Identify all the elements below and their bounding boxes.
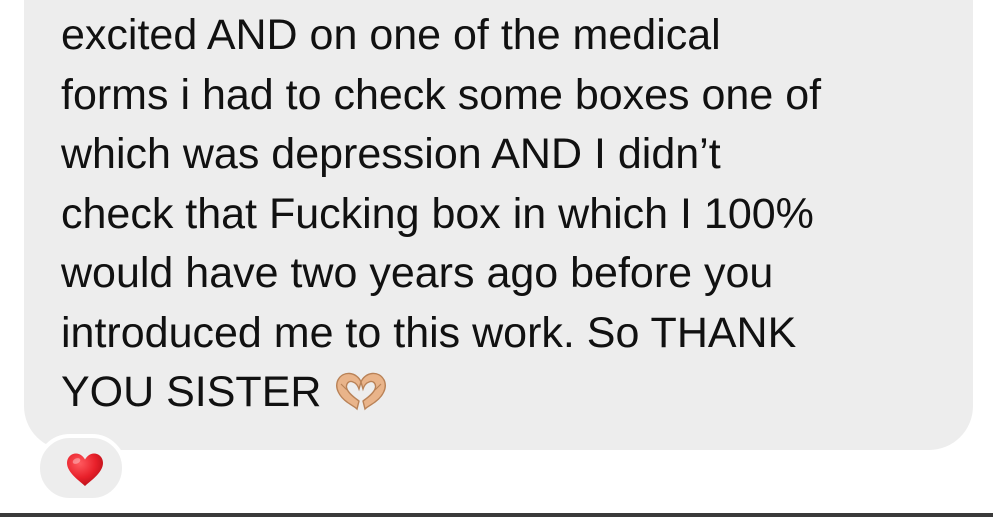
message-line: check that Fucking box in which I 100%: [61, 189, 814, 238]
message-line: forms i had to check some boxes one of: [61, 70, 822, 119]
message-line-last-text: YOU SISTER: [61, 368, 322, 416]
reaction-badge[interactable]: [36, 434, 126, 502]
message-text: excited AND on one of the medical forms …: [61, 6, 961, 429]
message-line: would have two years ago before you: [61, 249, 774, 297]
message-line: introduced me to this work. So THANK: [61, 308, 797, 357]
heart-hands-icon: [331, 368, 391, 429]
divider: [0, 513, 993, 517]
red-heart-icon: [67, 453, 103, 486]
message-line-last: YOU SISTER: [61, 363, 961, 429]
message-line: which was depression AND I didn’t: [61, 130, 721, 178]
message-line: excited AND on one of the medical: [61, 11, 721, 59]
